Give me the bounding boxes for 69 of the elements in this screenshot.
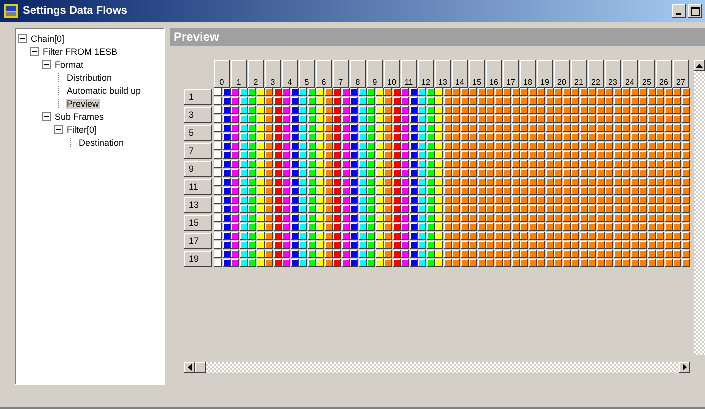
- column-header[interactable]: 24: [622, 60, 638, 88]
- minimize-button[interactable]: [672, 4, 686, 18]
- row-header[interactable]: 19: [184, 251, 212, 267]
- tree-item[interactable]: Preview: [66, 98, 100, 108]
- tree-item[interactable]: Sub Frames: [54, 112, 106, 122]
- maximize-icon: [690, 6, 700, 16]
- right-arrow-icon: [682, 364, 686, 371]
- collapse-icon[interactable]: [54, 125, 63, 134]
- column-header[interactable]: 8: [350, 60, 366, 88]
- column-header[interactable]: 21: [571, 60, 587, 88]
- tree-line: [70, 138, 72, 147]
- column-header[interactable]: 1: [231, 60, 247, 88]
- tree-item[interactable]: Format: [54, 60, 85, 70]
- app-icon: [3, 3, 19, 19]
- scroll-thumb[interactable]: [195, 362, 206, 373]
- tree-item[interactable]: Destination: [78, 138, 126, 148]
- scroll-right-button[interactable]: [679, 362, 690, 373]
- collapse-icon[interactable]: [42, 112, 51, 121]
- column-header[interactable]: 2: [248, 60, 264, 88]
- row-header[interactable]: 1: [184, 89, 212, 105]
- row-header[interactable]: 9: [184, 161, 212, 177]
- column-header[interactable]: 15: [469, 60, 485, 88]
- tree-line: [58, 99, 60, 108]
- row-header[interactable]: 11: [184, 179, 212, 195]
- column-header[interactable]: 25: [639, 60, 655, 88]
- column-header[interactable]: 9: [367, 60, 383, 88]
- column-header[interactable]: 6: [316, 60, 332, 88]
- column-header[interactable]: 17: [503, 60, 519, 88]
- row-header[interactable]: 15: [184, 215, 212, 231]
- tree-item[interactable]: Distribution: [66, 72, 114, 82]
- column-header[interactable]: 23: [605, 60, 621, 88]
- column-header[interactable]: 12: [418, 60, 434, 88]
- column-header[interactable]: 22: [588, 60, 604, 88]
- preview-header: Preview: [170, 28, 705, 46]
- column-header[interactable]: 3: [265, 60, 281, 88]
- column-header[interactable]: 5: [299, 60, 315, 88]
- column-header[interactable]: 11: [401, 60, 417, 88]
- scroll-left-button[interactable]: [184, 362, 195, 373]
- collapse-icon[interactable]: [18, 34, 27, 43]
- column-header[interactable]: 0: [214, 60, 230, 88]
- up-arrow-icon: [696, 64, 703, 68]
- column-header[interactable]: 14: [452, 60, 468, 88]
- tree-line: [58, 73, 60, 82]
- column-header[interactable]: 20: [554, 60, 570, 88]
- column-header[interactable]: 10: [384, 60, 400, 88]
- column-header[interactable]: 27: [673, 60, 689, 88]
- column-header[interactable]: 26: [656, 60, 672, 88]
- row-header[interactable]: 7: [184, 143, 212, 159]
- row-header[interactable]: 13: [184, 197, 212, 213]
- column-header[interactable]: 4: [282, 60, 298, 88]
- row-header[interactable]: 3: [184, 107, 212, 123]
- tree-item[interactable]: Filter FROM 1ESB: [42, 46, 119, 56]
- column-header[interactable]: 18: [520, 60, 536, 88]
- collapse-icon[interactable]: [42, 60, 51, 69]
- row-header[interactable]: 5: [184, 125, 212, 141]
- column-header[interactable]: 16: [486, 60, 502, 88]
- left-arrow-icon: [188, 364, 192, 371]
- maximize-button[interactable]: [688, 4, 702, 18]
- tree-line: [58, 86, 60, 95]
- tree-item[interactable]: Chain[0]: [30, 34, 66, 44]
- column-header[interactable]: 13: [435, 60, 451, 88]
- column-header[interactable]: 19: [537, 60, 553, 88]
- tree-item[interactable]: Filter[0]: [66, 124, 98, 134]
- collapse-icon[interactable]: [30, 47, 39, 56]
- row-header[interactable]: 17: [184, 233, 212, 249]
- scroll-up-button[interactable]: [694, 60, 705, 71]
- window-title: Settings Data Flows: [23, 5, 128, 17]
- column-header[interactable]: 7: [333, 60, 349, 88]
- tree-item[interactable]: Automatic build up: [66, 86, 142, 96]
